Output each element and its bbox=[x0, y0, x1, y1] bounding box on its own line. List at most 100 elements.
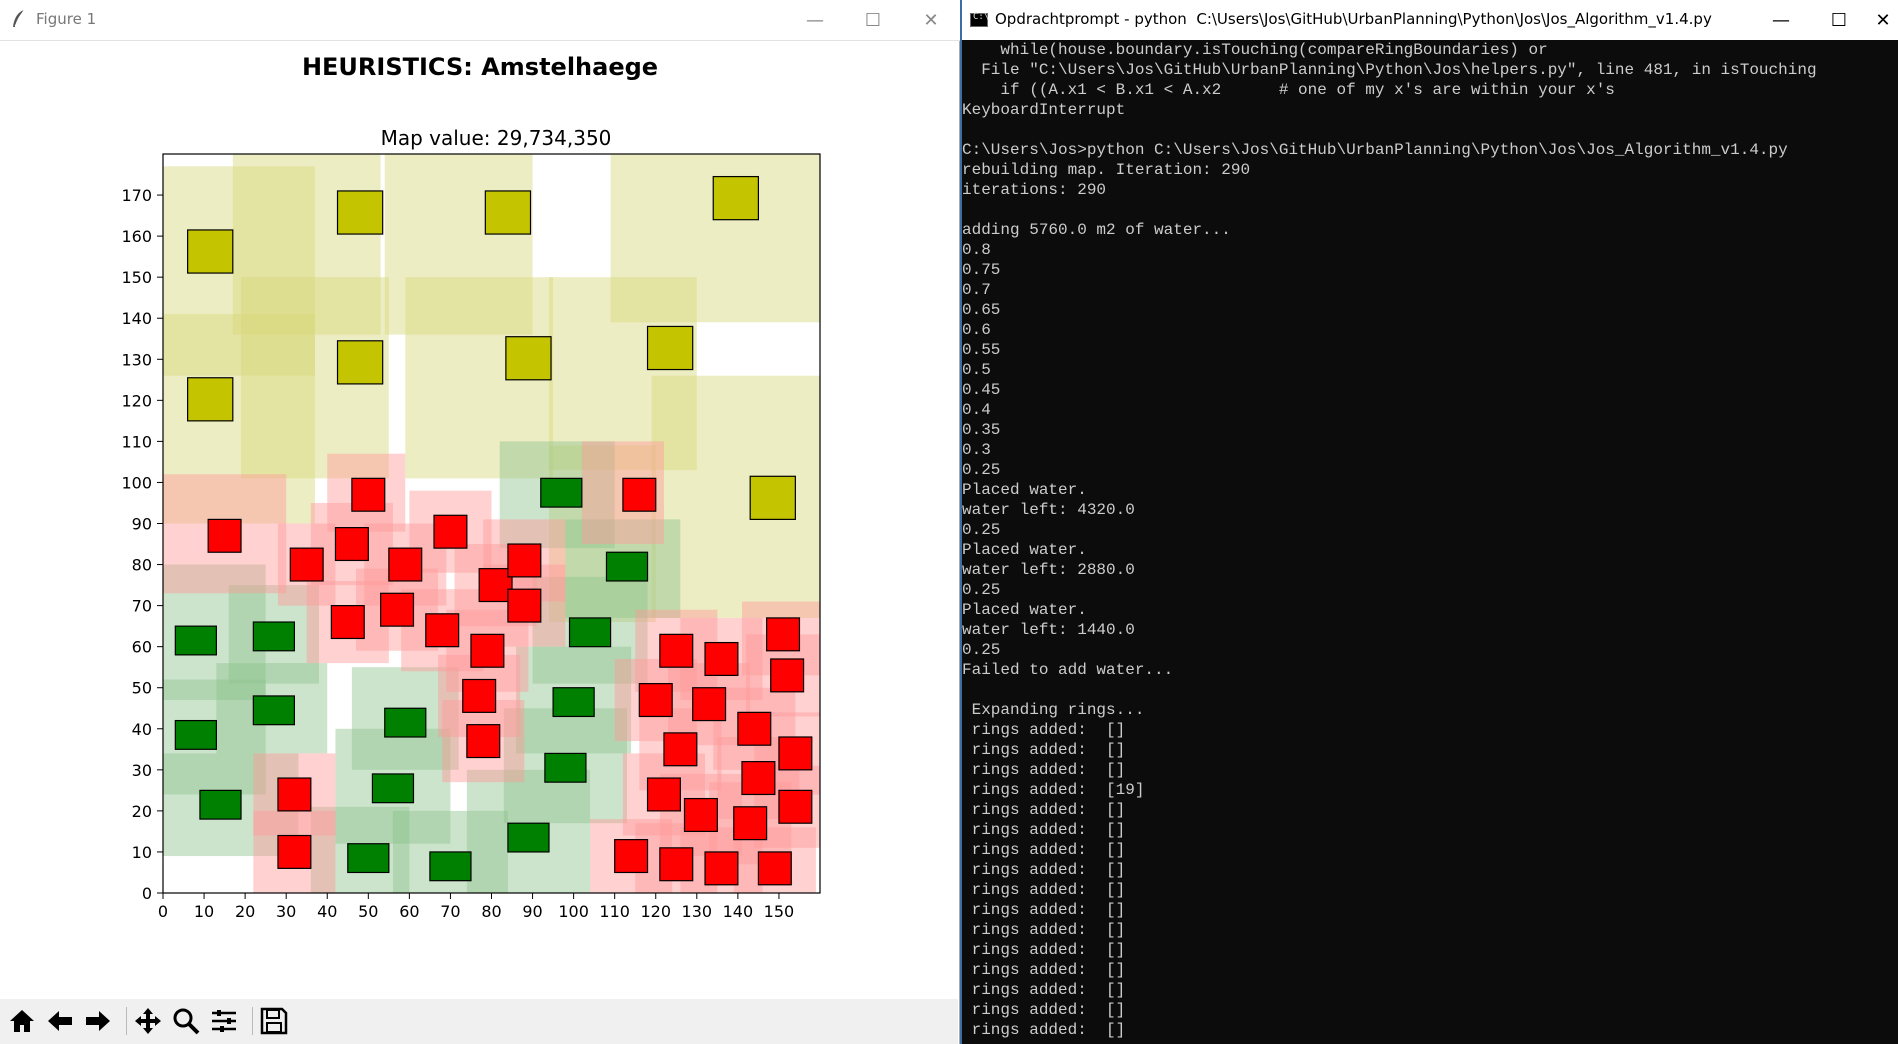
x-axis: 0 10 20 30 40 50 60 70 80 90 100 110 120 130 140 150 bbox=[158, 893, 794, 921]
familyhome-house bbox=[622, 477, 657, 512]
pan-button[interactable] bbox=[130, 1003, 166, 1039]
x-tick-label: 30 bbox=[276, 902, 296, 921]
close-button[interactable]: ✕ bbox=[902, 0, 960, 40]
zoom-button[interactable] bbox=[168, 1003, 204, 1039]
console-line: 0.4 bbox=[962, 401, 991, 419]
home-icon bbox=[10, 1010, 34, 1032]
y-tick-label: 30 bbox=[132, 761, 152, 780]
familyhome-house bbox=[646, 777, 681, 812]
bungalow-house bbox=[252, 695, 295, 726]
familyhome-house bbox=[380, 592, 415, 627]
console-line: if ((A.x1 < B.x1 < A.x2 # one of my x's … bbox=[962, 81, 1615, 99]
familyhome-house bbox=[207, 518, 242, 553]
maison-house bbox=[336, 190, 384, 235]
y-tick-label: 70 bbox=[132, 597, 152, 616]
console-line: Expanding rings... bbox=[962, 701, 1145, 719]
x-tick-label: 10 bbox=[194, 902, 214, 921]
familyhome-house bbox=[778, 789, 813, 824]
familyhome-house bbox=[733, 806, 768, 841]
console-line: rebuilding map. Iteration: 290 bbox=[962, 161, 1251, 179]
maison-house bbox=[187, 229, 234, 274]
save-icon bbox=[260, 1007, 288, 1035]
console-line: iterations: 290 bbox=[962, 181, 1107, 199]
bungalow-house bbox=[544, 752, 587, 783]
x-tick-label: 20 bbox=[235, 902, 255, 921]
maximize-button[interactable]: ☐ bbox=[1810, 0, 1868, 40]
minimize-icon: — bbox=[806, 9, 824, 31]
zoom-icon bbox=[173, 1008, 200, 1035]
console-line: 0.5 bbox=[962, 361, 991, 379]
console-line: water left: 1440.0 bbox=[962, 621, 1135, 639]
console-line: while(house.boundary.isTouching(compareR… bbox=[962, 41, 1548, 59]
toolbar-separator bbox=[126, 1007, 127, 1035]
console-line: rings added: [] bbox=[962, 1021, 1126, 1039]
console-line: rings added: [] bbox=[962, 821, 1126, 839]
minimize-button[interactable]: — bbox=[1752, 0, 1810, 40]
x-tick-label: 110 bbox=[599, 902, 630, 921]
figure-title: Figure 1 bbox=[36, 10, 97, 28]
bungalow-house bbox=[371, 773, 415, 804]
familyhome-house bbox=[614, 839, 649, 874]
maison-house bbox=[712, 175, 760, 221]
console-line: adding 5760.0 m2 of water... bbox=[962, 221, 1231, 239]
bungalow-house bbox=[507, 822, 550, 853]
configure-subplots-button[interactable] bbox=[206, 1003, 242, 1039]
y-tick-label: 100 bbox=[121, 473, 152, 492]
maison-house bbox=[484, 190, 532, 235]
console-line: rings added: [] bbox=[962, 921, 1126, 939]
console-line: rings added: [] bbox=[962, 861, 1126, 879]
console-line: Placed water. bbox=[962, 481, 1087, 499]
cmd-icon: C:\ bbox=[970, 12, 989, 27]
console-line: rings added: [] bbox=[962, 761, 1126, 779]
minimize-icon: — bbox=[1772, 9, 1790, 31]
forward-arrow-icon bbox=[86, 1011, 110, 1031]
close-button[interactable]: ✕ bbox=[1868, 0, 1898, 40]
home-button[interactable] bbox=[4, 1003, 40, 1039]
toolbar-separator bbox=[252, 1007, 253, 1035]
familyhome-house bbox=[334, 527, 369, 562]
console-line: rings added: [] bbox=[962, 941, 1126, 959]
close-icon: ✕ bbox=[923, 9, 939, 31]
console-line: rings added: [] bbox=[962, 841, 1126, 859]
console-output[interactable]: while(house.boundary.isTouching(compareR… bbox=[962, 40, 1898, 1044]
y-tick-label: 150 bbox=[121, 268, 152, 287]
familyhome-house bbox=[470, 633, 505, 668]
console-line: water left: 4320.0 bbox=[962, 501, 1135, 519]
back-button[interactable] bbox=[42, 1003, 78, 1039]
console-line: Placed water. bbox=[962, 601, 1087, 619]
x-tick-label: 150 bbox=[764, 902, 795, 921]
bungalow-house bbox=[199, 789, 242, 820]
toolbar bbox=[0, 999, 958, 1044]
x-tick-label: 120 bbox=[640, 902, 671, 921]
console-line: 0.25 bbox=[962, 641, 1001, 659]
y-tick-label: 130 bbox=[121, 350, 152, 369]
x-tick-label: 130 bbox=[682, 902, 713, 921]
y-axis: 0 10 20 30 40 50 60 70 80 90 100 110 120 130 140 150 160… bbox=[121, 186, 163, 903]
console-line: rings added: [] bbox=[962, 741, 1126, 759]
console-line: rings added: [] bbox=[962, 981, 1126, 999]
familyhome-house bbox=[277, 834, 312, 869]
figure-titlebar[interactable]: Figure 1 — ☐ ✕ bbox=[0, 0, 960, 41]
bungalow-house bbox=[552, 687, 595, 718]
minimize-button[interactable]: — bbox=[786, 0, 844, 40]
familyhome-house bbox=[757, 851, 792, 886]
bungalow-house bbox=[174, 719, 217, 750]
y-tick-label: 110 bbox=[121, 432, 152, 451]
map-plot[interactable]: HEURISTICS: Amstelhaege Map value: 29,73… bbox=[0, 40, 958, 998]
console-line: 0.25 bbox=[962, 461, 1001, 479]
maximize-button[interactable]: ☐ bbox=[844, 0, 902, 40]
save-button[interactable] bbox=[256, 1003, 292, 1039]
chart-title: HEURISTICS: Amstelhaege bbox=[302, 53, 658, 81]
console-line: 0.8 bbox=[962, 241, 991, 259]
chart-subtitle: Map value: 29,734,350 bbox=[381, 126, 612, 150]
bungalow-house bbox=[174, 625, 217, 656]
console-line: C:\Users\Jos>python C:\Users\Jos\GitHub\… bbox=[962, 141, 1788, 159]
familyhome-house bbox=[692, 687, 727, 722]
close-icon: ✕ bbox=[1875, 9, 1891, 31]
rings-layer bbox=[163, 154, 820, 893]
forward-button[interactable] bbox=[80, 1003, 116, 1039]
y-tick-label: 10 bbox=[132, 843, 152, 862]
bungalow-house bbox=[347, 843, 390, 874]
console-titlebar[interactable]: C:\ Opdrachtprompt - python C:\Users\Jos… bbox=[962, 0, 1898, 40]
console-line: File "C:\Users\Jos\GitHub\UrbanPlanning\… bbox=[962, 61, 1817, 79]
